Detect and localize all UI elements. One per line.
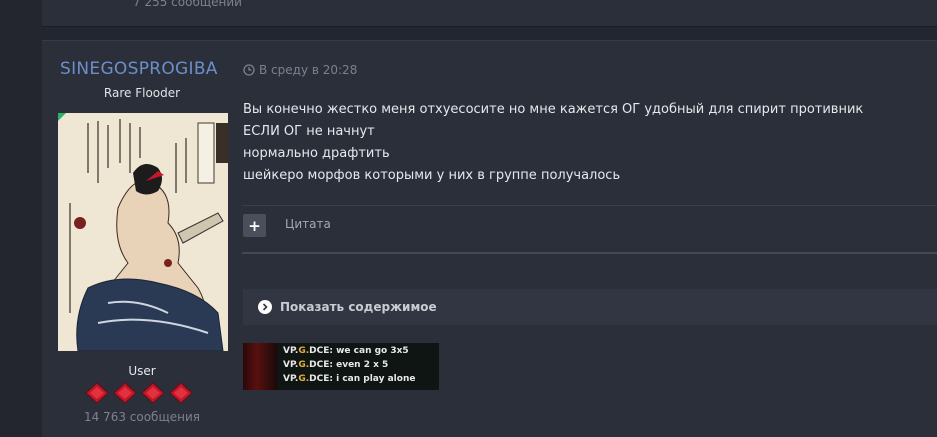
post-line: ЕСЛИ ОГ не начнут [243, 124, 375, 139]
rank-pip-icon [169, 382, 193, 404]
reputation-pips [84, 381, 204, 405]
multiquote-button[interactable]: + [243, 214, 266, 237]
author-title: Rare Flooder [103, 86, 181, 100]
post-time: В среду в 20:28 [259, 63, 358, 77]
plus-icon: + [248, 216, 261, 235]
spoiler-toggle[interactable]: Показать содержимое [243, 289, 937, 325]
divider [242, 205, 937, 206]
spoiler-label: Показать содержимое [280, 300, 437, 314]
post-content: Вы конечно жестко меня отхуесосите но мн… [243, 99, 923, 187]
chat-line: VP.G.DCE: even 2 x 5 [283, 360, 389, 370]
clock-icon [243, 64, 255, 76]
previous-post: 7 255 сообщений [42, 0, 937, 27]
post-line: шейкеро морфов которыми у них в группе п… [243, 168, 621, 183]
post-meta[interactable]: В среду в 20:28 [243, 63, 357, 77]
previous-post-count: 7 255 сообщений [133, 0, 242, 9]
rank-pip-icon [85, 382, 109, 404]
rank-pip-icon [141, 382, 165, 404]
author-panel: SINEGOSPROGIBA Rare Flooder User 14 763 … [42, 41, 242, 437]
post-line: Вы конечно жестко меня отхуесосите но мн… [243, 102, 864, 117]
chat-line: VP.G.DCE: i can play alone [283, 374, 416, 384]
rank-pip-icon [113, 382, 137, 404]
forum-post: SINEGOSPROGIBA Rare Flooder User 14 763 … [42, 40, 937, 437]
author-name[interactable]: SINEGOSPROGIBA [60, 59, 218, 79]
author-post-count: 14 763 сообщения [83, 410, 201, 424]
avatar-image [58, 113, 228, 351]
signature-image: VP.G.DCE: we can go 3x5 VP.G.DCE: even 2… [243, 343, 439, 390]
author-group: User [128, 364, 156, 378]
chevron-right-icon [258, 300, 272, 314]
hero-portrait-strip [243, 343, 277, 390]
chat-line: VP.G.DCE: we can go 3x5 [283, 346, 409, 356]
post-line: нормально драфтить [243, 146, 390, 161]
quote-button[interactable]: Цитата [285, 217, 331, 231]
signature-divider [242, 252, 937, 254]
avatar[interactable] [58, 113, 228, 351]
